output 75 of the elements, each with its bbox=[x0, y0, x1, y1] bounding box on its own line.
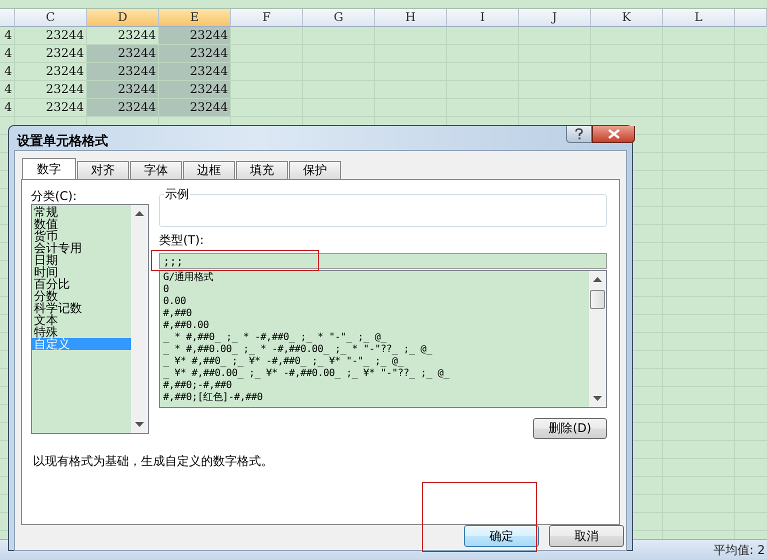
table-cell: 4 bbox=[0, 45, 15, 63]
cancel-button[interactable]: 取消 bbox=[549, 525, 624, 547]
dialog-title: 设置单元格格式 bbox=[17, 133, 108, 150]
list-item[interactable]: _ ¥* #,##0.00_ ;_ ¥* -#,##0.00_ ;_ ¥* "-"??_ ;_ @_ bbox=[163, 368, 589, 380]
scroll-thumb[interactable] bbox=[590, 290, 605, 309]
list-item[interactable]: G/通用格式 bbox=[163, 272, 589, 284]
type-label: 类型(T): bbox=[159, 233, 205, 247]
ok-button[interactable]: 确定 bbox=[464, 525, 539, 547]
list-item[interactable]: #,##0;-#,##0 bbox=[163, 380, 589, 392]
close-icon bbox=[606, 129, 620, 139]
column-header[interactable]: J bbox=[519, 9, 591, 27]
category-list[interactable]: 常规 数值 货币 会计专用 日期 时间 百分比 分数 科学记数 文本 特殊 自定义 bbox=[31, 204, 150, 434]
description-text: 以现有格式为基础，生成自定义的数字格式。 bbox=[33, 453, 273, 470]
column-header[interactable]: D bbox=[87, 9, 159, 27]
tab[interactable]: 对齐 bbox=[77, 161, 129, 179]
column-header[interactable]: E bbox=[159, 9, 231, 27]
help-button[interactable] bbox=[566, 126, 592, 143]
table-cell: 23244 bbox=[87, 45, 159, 63]
column-header[interactable]: F bbox=[231, 9, 303, 27]
table-cell: 4 bbox=[0, 81, 15, 99]
list-item[interactable]: #,##0 bbox=[163, 308, 589, 320]
tab[interactable]: 边框 bbox=[183, 161, 235, 179]
scroll-down-icon[interactable] bbox=[593, 396, 602, 401]
sample-label: 示例 bbox=[164, 188, 190, 201]
list-item[interactable]: _ ¥* #,##0_ ;_ ¥* -#,##0_ ;_ ¥* "-"_ ;_ @_ bbox=[163, 356, 589, 368]
scrollbar[interactable] bbox=[589, 271, 606, 407]
list-item[interactable]: 会计专用 bbox=[32, 242, 132, 254]
list-item[interactable]: 百分比 bbox=[32, 278, 132, 290]
format-list[interactable] bbox=[159, 270, 607, 408]
type-input-field[interactable]: ;;; bbox=[159, 253, 607, 269]
list-item[interactable]: _ * #,##0_ ;_ * -#,##0_ ;_ * "-"_ ;_ @_ bbox=[163, 332, 589, 344]
delete-button[interactable]: 删除(D) bbox=[533, 418, 607, 439]
list-item[interactable]: 文本 bbox=[32, 314, 132, 326]
scrollbar[interactable] bbox=[131, 205, 148, 433]
tab[interactable]: 字体 bbox=[130, 161, 182, 179]
scroll-up-icon[interactable] bbox=[135, 211, 144, 216]
list-item[interactable]: 数值 bbox=[32, 218, 132, 230]
list-item[interactable]: 0 bbox=[163, 284, 589, 296]
list-item[interactable]: #,##0.00 bbox=[163, 320, 589, 332]
close-button[interactable] bbox=[592, 126, 635, 143]
table-cell: 23244 bbox=[159, 63, 231, 81]
table-cell: 23244 bbox=[87, 63, 159, 81]
table-cell: 23244 bbox=[159, 45, 231, 63]
list-item[interactable]: 时间 bbox=[32, 266, 132, 278]
list-item[interactable]: 货币 bbox=[32, 230, 132, 242]
list-item[interactable]: 0.00 bbox=[163, 296, 589, 308]
list-item[interactable]: _ * #,##0.00_ ;_ * -#,##0.00_ ;_ * "-"??_ ;_ @_ bbox=[163, 344, 589, 356]
table-cell: 23244 bbox=[15, 27, 87, 45]
column-header[interactable]: L bbox=[663, 9, 735, 27]
table-cell: 23244 bbox=[87, 81, 159, 99]
table-cell: 23244 bbox=[159, 81, 231, 99]
status-average: 平均值: 2 bbox=[714, 542, 765, 558]
question-icon bbox=[574, 128, 584, 140]
table-cell: 4 bbox=[0, 27, 15, 45]
table-cell: 4 bbox=[0, 63, 15, 81]
category-label: 分类(C): bbox=[31, 189, 78, 203]
column-header[interactable]: H bbox=[375, 9, 447, 27]
tab[interactable]: 填充 bbox=[236, 161, 288, 179]
list-item[interactable]: 分数 bbox=[32, 290, 132, 302]
tab[interactable]: 保护 bbox=[289, 161, 341, 179]
list-item[interactable]: 日期 bbox=[32, 254, 132, 266]
table-cell: 23244 bbox=[159, 99, 231, 117]
scroll-down-icon[interactable] bbox=[135, 422, 144, 427]
tab[interactable]: 数字 bbox=[22, 158, 76, 179]
column-header[interactable]: K bbox=[591, 9, 663, 27]
table-cell: 23244 bbox=[159, 27, 231, 45]
column-header[interactable]: I bbox=[447, 9, 519, 27]
list-item[interactable]: 特殊 bbox=[32, 326, 132, 338]
column-header[interactable]: G bbox=[303, 9, 375, 27]
list-item[interactable]: 常规 bbox=[32, 206, 132, 218]
scroll-up-icon[interactable] bbox=[593, 277, 602, 282]
table-cell: 4 bbox=[0, 99, 15, 117]
list-item[interactable]: #,##0;[红色]-#,##0 bbox=[163, 392, 589, 404]
table-cell: 23244 bbox=[87, 99, 159, 117]
list-item[interactable]: 科学记数 bbox=[32, 302, 132, 314]
